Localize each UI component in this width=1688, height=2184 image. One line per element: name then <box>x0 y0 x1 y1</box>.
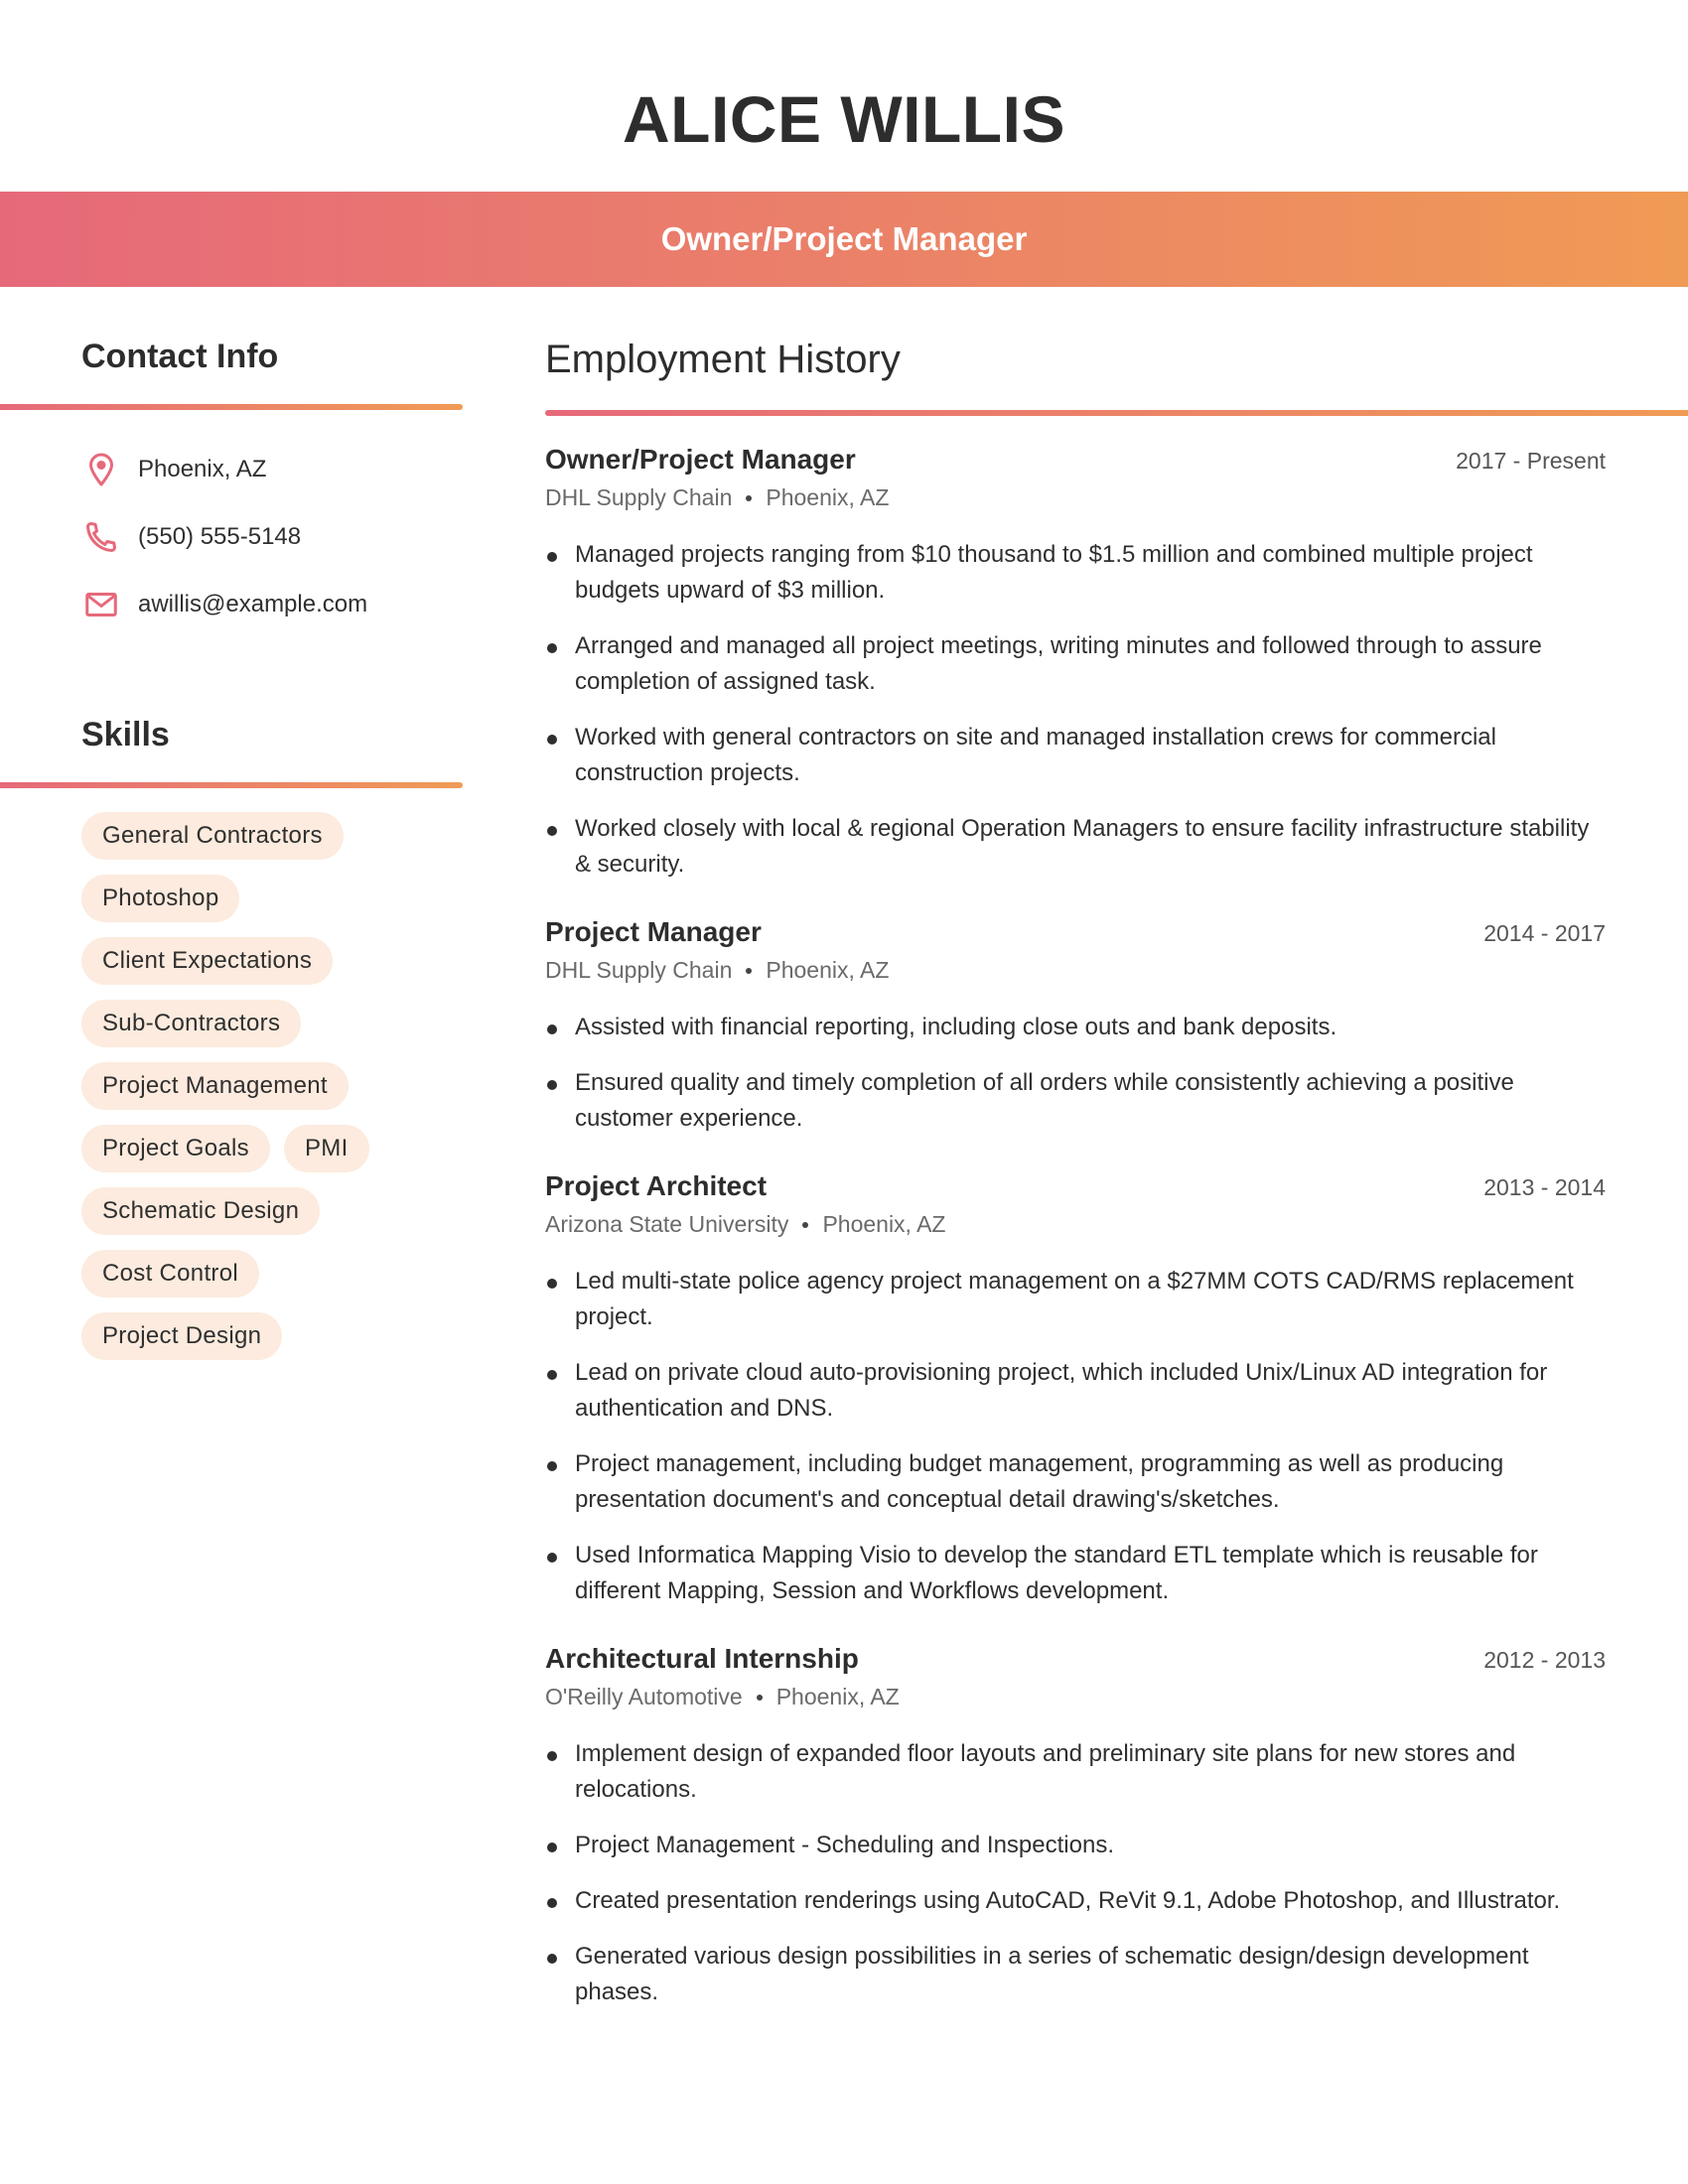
skill-pill: Photoshop <box>81 875 240 922</box>
job-location: Phoenix, AZ <box>775 1684 900 1709</box>
main-content: Employment History Owner/Project Manager… <box>545 338 1688 2044</box>
job-title: Project Architect <box>545 1170 768 1201</box>
job-location: Phoenix, AZ <box>766 484 890 510</box>
contact-location-text: Phoenix, AZ <box>138 456 267 482</box>
job-bullets: Implement design of expanded floor layou… <box>545 1736 1606 2010</box>
job-bullet: Arranged and managed all project meeting… <box>545 628 1606 700</box>
job-dates: 2014 - 2017 <box>1483 920 1606 946</box>
job-bullet: Assisted with financial reporting, inclu… <box>545 1010 1606 1045</box>
skills-list: General Contractors Photoshop Client Exp… <box>0 812 417 1375</box>
skill-pill: Schematic Design <box>81 1187 321 1235</box>
job-company: O'Reilly Automotive <box>545 1684 743 1709</box>
job-header: Project Manager 2014 - 2017 <box>545 916 1606 948</box>
job-company: Arizona State University <box>545 1211 789 1237</box>
job-bullet: Project Management - Scheduling and Insp… <box>545 1828 1606 1863</box>
job-bullet: Led multi-state police agency project ma… <box>545 1264 1606 1335</box>
job-location: Phoenix, AZ <box>766 957 890 983</box>
skill-pill: PMI <box>283 1125 369 1172</box>
job-bullet: Ensured quality and timely completion of… <box>545 1065 1606 1137</box>
skills-divider <box>0 782 463 788</box>
job-dates: 2012 - 2013 <box>1483 1647 1606 1673</box>
job-entry: Owner/Project Manager 2017 - Present DHL S… <box>545 444 1606 883</box>
separator-dot-icon <box>802 1221 809 1228</box>
job-bullet: Worked with general contractors on site … <box>545 720 1606 791</box>
contact-email-text[interactable]: awillis@example.com <box>138 591 367 618</box>
job-dates: 2013 - 2014 <box>1483 1174 1606 1200</box>
contact-heading: Contact Info <box>81 338 279 375</box>
job-entry: Architectural Internship 2012 - 2013 O'Rei… <box>545 1643 1606 2010</box>
employment-heading: Employment History <box>545 338 901 381</box>
email-icon <box>81 585 121 624</box>
skills-heading: Skills <box>81 716 170 753</box>
job-bullets: Managed projects ranging from $10 thousa… <box>545 537 1606 883</box>
employment-divider <box>545 410 1688 416</box>
skill-pill: Project Management <box>81 1062 349 1110</box>
job-title: Owner/Project Manager <box>545 444 856 475</box>
job-bullets: Assisted with financial reporting, inclu… <box>545 1010 1606 1137</box>
job-list: Owner/Project Manager 2017 - Present DHL S… <box>545 444 1606 2010</box>
contact-email: awillis@example.com <box>0 571 467 638</box>
job-bullet: Lead on private cloud auto-provisioning … <box>545 1355 1606 1427</box>
skill-pill: Project Goals <box>81 1125 270 1172</box>
job-company: DHL Supply Chain <box>545 957 733 983</box>
location-pin-icon <box>81 450 121 489</box>
job-bullet: Used Informatica Mapping Visio to develo… <box>545 1538 1606 1609</box>
job-entry: Project Architect 2013 - 2014 Arizona Stat… <box>545 1170 1606 1609</box>
job-bullet: Implement design of expanded floor layou… <box>545 1736 1606 1808</box>
skill-pill: Project Design <box>81 1312 283 1360</box>
contact-location: Phoenix, AZ <box>0 436 467 503</box>
job-header: Owner/Project Manager 2017 - Present <box>545 444 1606 476</box>
skill-pill: Client Expectations <box>81 937 334 985</box>
job-employer: O'Reilly Automotive Phoenix, AZ <box>545 1684 1606 1710</box>
job-dates: 2017 - Present <box>1456 448 1606 474</box>
job-bullet: Managed projects ranging from $10 thousa… <box>545 537 1606 609</box>
job-title: Architectural Internship <box>545 1643 859 1674</box>
contact-divider <box>0 404 463 410</box>
skill-pill: Sub-Contractors <box>81 1000 302 1047</box>
job-header: Project Architect 2013 - 2014 <box>545 1170 1606 1202</box>
job-bullet: Worked closely with local & regional Ope… <box>545 811 1606 883</box>
job-location: Phoenix, AZ <box>822 1211 946 1237</box>
job-title: Project Manager <box>545 916 762 947</box>
contact-list: Phoenix, AZ (550) 555-5148 awillis@examp… <box>0 436 467 638</box>
skill-pill: General Contractors <box>81 812 344 860</box>
contact-phone-text[interactable]: (550) 555-5148 <box>138 523 301 551</box>
separator-dot-icon <box>746 967 753 974</box>
job-title-headline: Owner/Project Manager <box>660 220 1028 257</box>
resume-name: ALICE WILLIS <box>623 82 1065 156</box>
job-employer: DHL Supply Chain Phoenix, AZ <box>545 484 1606 511</box>
job-employer: DHL Supply Chain Phoenix, AZ <box>545 957 1606 984</box>
job-bullet: Project management, including budget man… <box>545 1446 1606 1518</box>
phone-icon <box>81 517 121 557</box>
job-bullet: Created presentation renderings using Au… <box>545 1883 1606 1919</box>
job-bullets: Led multi-state police agency project ma… <box>545 1264 1606 1609</box>
title-banner: Owner/Project Manager <box>0 192 1688 287</box>
contact-phone: (550) 555-5148 <box>0 503 467 571</box>
skill-pill: Cost Control <box>81 1250 259 1297</box>
job-bullet: Generated various design possibilities i… <box>545 1939 1606 2010</box>
job-entry: Project Manager 2014 - 2017 DHL Supply Cha… <box>545 916 1606 1137</box>
job-header: Architectural Internship 2012 - 2013 <box>545 1643 1606 1675</box>
separator-dot-icon <box>746 494 753 501</box>
job-employer: Arizona State University Phoenix, AZ <box>545 1211 1606 1238</box>
separator-dot-icon <box>756 1694 763 1701</box>
sidebar: Contact Info Phoenix, AZ (550) 555-5148 <box>0 338 467 1375</box>
job-company: DHL Supply Chain <box>545 484 733 510</box>
